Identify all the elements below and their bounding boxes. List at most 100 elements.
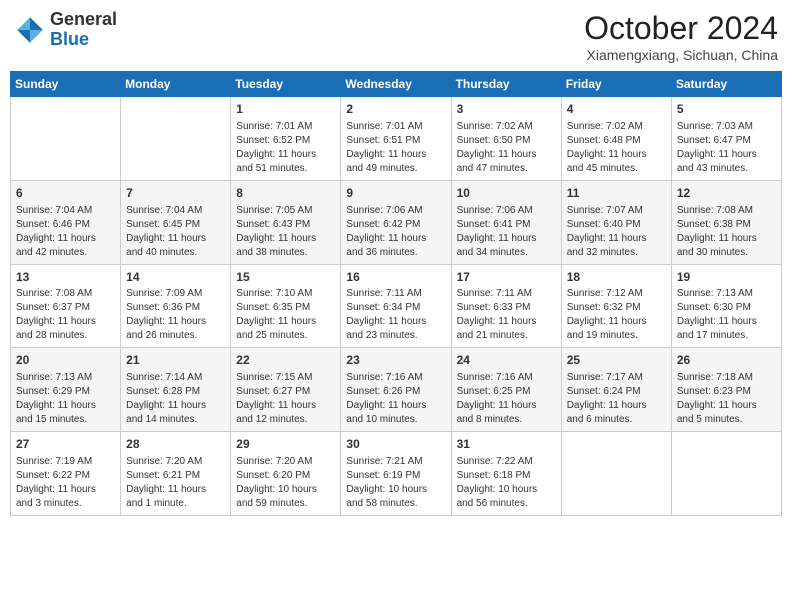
calendar-cell: 30Sunrise: 7:21 AMSunset: 6:19 PMDayligh…	[341, 432, 451, 516]
calendar-week-row: 20 Sunrise: 7:13 AMSunset: 6:29 PMDayligh…	[11, 348, 782, 432]
day-info: Sunrise: 7:03 AMSunset: 6:47 PMDaylight:…	[677, 120, 776, 176]
day-number: 29	[236, 436, 335, 453]
calendar-cell: 24 Sunrise: 7:16 AMSunset: 6:25 PMDayligh…	[451, 348, 561, 432]
day-number: 17	[457, 269, 556, 286]
weekday-header-tuesday: Tuesday	[231, 72, 341, 97]
weekday-header-friday: Friday	[561, 72, 671, 97]
day-number: 22	[236, 352, 335, 369]
calendar-cell: 3 Sunrise: 7:02 AMSunset: 6:50 PMDaylight…	[451, 97, 561, 181]
calendar-cell: 11 Sunrise: 7:07 AMSunset: 6:40 PMDayligh…	[561, 180, 671, 264]
logo-blue: Blue	[50, 29, 89, 49]
day-number: 26	[677, 352, 776, 369]
calendar-cell: 22 Sunrise: 7:15 AMSunset: 6:27 PMDayligh…	[231, 348, 341, 432]
day-number: 24	[457, 352, 556, 369]
day-info: Sunrise: 7:07 AMSunset: 6:40 PMDaylight:…	[567, 204, 666, 260]
day-number: 16	[346, 269, 445, 286]
calendar-week-row: 13Sunrise: 7:08 AMSunset: 6:37 PMDayligh…	[11, 264, 782, 348]
logo-general: General	[50, 9, 117, 29]
day-info: Sunrise: 7:05 AMSunset: 6:43 PMDaylight:…	[236, 204, 335, 260]
calendar-cell: 31 Sunrise: 7:22 AMSunset: 6:18 PMDayligh…	[451, 432, 561, 516]
calendar-cell: 9Sunrise: 7:06 AMSunset: 6:42 PMDaylight…	[341, 180, 451, 264]
day-number: 12	[677, 185, 776, 202]
weekday-header-wednesday: Wednesday	[341, 72, 451, 97]
day-number: 3	[457, 101, 556, 118]
day-number: 19	[677, 269, 776, 286]
weekday-header-saturday: Saturday	[671, 72, 781, 97]
day-number: 5	[677, 101, 776, 118]
page-header: General Blue October 2024 Xiamengxiang, …	[10, 10, 782, 63]
day-number: 20	[16, 352, 115, 369]
weekday-header-sunday: Sunday	[11, 72, 121, 97]
day-number: 6	[16, 185, 115, 202]
calendar-cell: 19Sunrise: 7:13 AMSunset: 6:30 PMDayligh…	[671, 264, 781, 348]
calendar-cell	[11, 97, 121, 181]
calendar-cell	[671, 432, 781, 516]
day-number: 23	[346, 352, 445, 369]
calendar-cell: 25 Sunrise: 7:17 AMSunset: 6:24 PMDayligh…	[561, 348, 671, 432]
day-info: Sunrise: 7:08 AMSunset: 6:37 PMDaylight:…	[16, 287, 115, 343]
calendar-cell: 14Sunrise: 7:09 AMSunset: 6:36 PMDayligh…	[121, 264, 231, 348]
calendar-cell: 21Sunrise: 7:14 AMSunset: 6:28 PMDayligh…	[121, 348, 231, 432]
calendar-cell: 27Sunrise: 7:19 AMSunset: 6:22 PMDayligh…	[11, 432, 121, 516]
day-info: Sunrise: 7:12 AMSunset: 6:32 PMDaylight:…	[567, 287, 666, 343]
day-number: 8	[236, 185, 335, 202]
day-info: Sunrise: 7:08 AMSunset: 6:38 PMDaylight:…	[677, 204, 776, 260]
day-info: Sunrise: 7:16 AMSunset: 6:26 PMDaylight:…	[346, 371, 445, 427]
day-number: 2	[346, 101, 445, 118]
calendar-cell: 16Sunrise: 7:11 AMSunset: 6:34 PMDayligh…	[341, 264, 451, 348]
weekday-header-thursday: Thursday	[451, 72, 561, 97]
calendar-cell: 10Sunrise: 7:06 AMSunset: 6:41 PMDayligh…	[451, 180, 561, 264]
day-info: Sunrise: 7:19 AMSunset: 6:22 PMDaylight:…	[16, 455, 115, 511]
calendar-cell: 6 Sunrise: 7:04 AMSunset: 6:46 PMDaylight…	[11, 180, 121, 264]
day-info: Sunrise: 7:01 AMSunset: 6:52 PMDaylight:…	[236, 120, 335, 176]
day-info: Sunrise: 7:22 AMSunset: 6:18 PMDaylight:…	[457, 455, 556, 511]
day-number: 31	[457, 436, 556, 453]
logo: General Blue	[14, 10, 117, 50]
day-info: Sunrise: 7:02 AMSunset: 6:48 PMDaylight:…	[567, 120, 666, 176]
day-info: Sunrise: 7:02 AMSunset: 6:50 PMDaylight:…	[457, 120, 556, 176]
title-block: October 2024 Xiamengxiang, Sichuan, Chin…	[584, 10, 778, 63]
day-number: 7	[126, 185, 225, 202]
calendar-cell: 13Sunrise: 7:08 AMSunset: 6:37 PMDayligh…	[11, 264, 121, 348]
day-info: Sunrise: 7:13 AMSunset: 6:30 PMDaylight:…	[677, 287, 776, 343]
day-number: 21	[126, 352, 225, 369]
day-number: 18	[567, 269, 666, 286]
calendar-cell: 28Sunrise: 7:20 AMSunset: 6:21 PMDayligh…	[121, 432, 231, 516]
day-info: Sunrise: 7:16 AMSunset: 6:25 PMDaylight:…	[457, 371, 556, 427]
calendar-cell: 2Sunrise: 7:01 AMSunset: 6:51 PMDaylight…	[341, 97, 451, 181]
calendar-location: Xiamengxiang, Sichuan, China	[584, 47, 778, 63]
calendar-week-row: 6 Sunrise: 7:04 AMSunset: 6:46 PMDaylight…	[11, 180, 782, 264]
day-info: Sunrise: 7:13 AMSunset: 6:29 PMDaylight:…	[16, 371, 115, 427]
weekday-header-monday: Monday	[121, 72, 231, 97]
calendar-cell: 7Sunrise: 7:04 AMSunset: 6:45 PMDaylight…	[121, 180, 231, 264]
calendar-week-row: 27Sunrise: 7:19 AMSunset: 6:22 PMDayligh…	[11, 432, 782, 516]
calendar-week-row: 1 Sunrise: 7:01 AMSunset: 6:52 PMDaylight…	[11, 97, 782, 181]
day-number: 25	[567, 352, 666, 369]
day-number: 4	[567, 101, 666, 118]
calendar-title: October 2024	[584, 10, 778, 47]
day-number: 15	[236, 269, 335, 286]
logo-icon	[14, 14, 46, 46]
day-number: 14	[126, 269, 225, 286]
calendar-cell: 17Sunrise: 7:11 AMSunset: 6:33 PMDayligh…	[451, 264, 561, 348]
day-info: Sunrise: 7:15 AMSunset: 6:27 PMDaylight:…	[236, 371, 335, 427]
day-info: Sunrise: 7:06 AMSunset: 6:42 PMDaylight:…	[346, 204, 445, 260]
day-info: Sunrise: 7:09 AMSunset: 6:36 PMDaylight:…	[126, 287, 225, 343]
day-info: Sunrise: 7:17 AMSunset: 6:24 PMDaylight:…	[567, 371, 666, 427]
day-number: 28	[126, 436, 225, 453]
day-number: 11	[567, 185, 666, 202]
calendar-cell: 5 Sunrise: 7:03 AMSunset: 6:47 PMDaylight…	[671, 97, 781, 181]
weekday-header-row: SundayMondayTuesdayWednesdayThursdayFrid…	[11, 72, 782, 97]
calendar-cell: 20 Sunrise: 7:13 AMSunset: 6:29 PMDayligh…	[11, 348, 121, 432]
day-info: Sunrise: 7:04 AMSunset: 6:46 PMDaylight:…	[16, 204, 115, 260]
calendar-cell: 26 Sunrise: 7:18 AMSunset: 6:23 PMDayligh…	[671, 348, 781, 432]
day-info: Sunrise: 7:11 AMSunset: 6:33 PMDaylight:…	[457, 287, 556, 343]
day-info: Sunrise: 7:10 AMSunset: 6:35 PMDaylight:…	[236, 287, 335, 343]
day-info: Sunrise: 7:18 AMSunset: 6:23 PMDaylight:…	[677, 371, 776, 427]
calendar-cell: 15Sunrise: 7:10 AMSunset: 6:35 PMDayligh…	[231, 264, 341, 348]
day-number: 13	[16, 269, 115, 286]
calendar-cell: 23 Sunrise: 7:16 AMSunset: 6:26 PMDayligh…	[341, 348, 451, 432]
day-info: Sunrise: 7:06 AMSunset: 6:41 PMDaylight:…	[457, 204, 556, 260]
calendar-cell: 8 Sunrise: 7:05 AMSunset: 6:43 PMDaylight…	[231, 180, 341, 264]
day-number: 1	[236, 101, 335, 118]
